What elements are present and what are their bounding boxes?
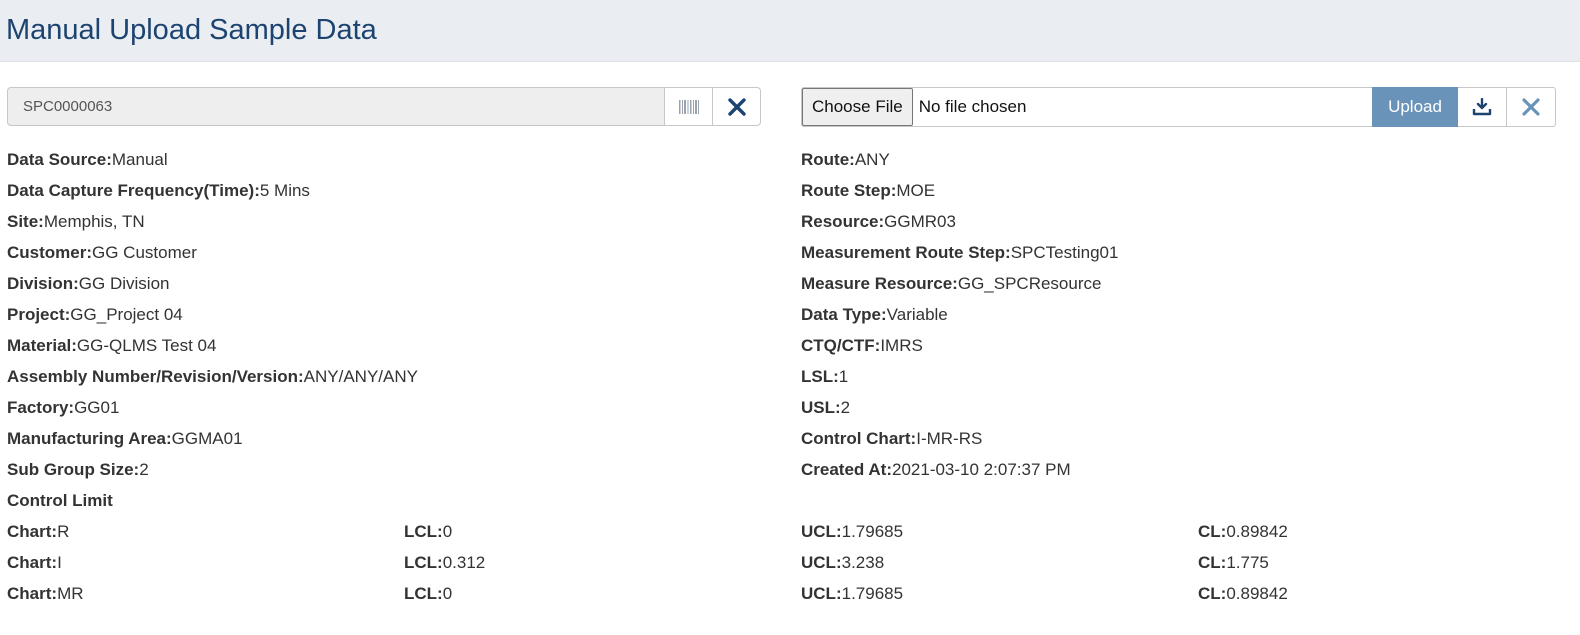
download-template-button[interactable] [1458,87,1507,127]
page-header: Manual Upload Sample Data [0,0,1580,62]
upload-button[interactable]: Upload [1372,87,1458,127]
ucl-cell: UCL:1.79685 [801,522,904,541]
close-icon [727,97,746,116]
chart-cell: Chart:MR [7,584,84,603]
info-site: Site:Memphis, TN [7,212,145,231]
info-resource: Resource:GGMR03 [801,212,956,231]
clear-sample-button[interactable] [713,87,761,126]
info-route: Route:ANY [801,150,890,169]
sample-id-input[interactable] [7,87,665,126]
control-limit-table: Chart:R LCL:0 UCL:1.79685 CL:0.89842 Cha… [7,522,1580,615]
file-input[interactable]: Choose File No file chosen [801,87,1372,127]
cl-cell: CL:0.89842 [1198,584,1288,603]
info-sub-group-size: Sub Group Size:2 [7,460,149,479]
chart-cell: Chart:I [7,553,62,572]
info-lsl: LSL:1 [801,367,849,386]
chart-cell: Chart:R [7,522,70,541]
lcl-cell: LCL:0 [404,584,453,603]
info-control-chart: Control Chart:I-MR-RS [801,429,983,448]
barcode-icon [678,99,699,114]
lcl-cell: LCL:0.312 [404,553,486,572]
control-limit-heading: Control Limit [7,491,113,510]
info-route-step: Route Step:MOE [801,181,936,200]
info-data-type: Data Type:Variable [801,305,948,324]
page-title: Manual Upload Sample Data [6,14,377,46]
info-factory: Factory:GG01 [7,398,120,417]
info-ctq-ctf: CTQ/CTF:IMRS [801,336,923,355]
sample-id-input-group [7,87,761,126]
choose-file-button[interactable]: Choose File [802,88,913,126]
barcode-button[interactable] [665,87,713,126]
cl-cell: CL:1.775 [1198,553,1269,572]
right-info-list: Route:ANY Route Step:MOE Resource:GGMR03… [801,150,1118,491]
file-upload-group: Choose File No file chosen Upload [801,87,1556,127]
lcl-cell: LCL:0 [404,522,453,541]
control-limit-row: Chart:I LCL:0.312 UCL:3.238 CL:1.775 [7,553,1580,584]
info-usl: USL:2 [801,398,851,417]
info-created-at: Created At:2021-03-10 2:07:37 PM [801,460,1071,479]
info-project: Project:GG_Project 04 [7,305,183,324]
info-customer: Customer:GG Customer [7,243,197,262]
control-limit-row: Chart:MR LCL:0 UCL:1.79685 CL:0.89842 [7,584,1580,615]
left-info-list: Data Source:Manual Data Capture Frequenc… [7,150,418,522]
close-icon [1522,98,1540,116]
ucl-cell: UCL:3.238 [801,553,885,572]
file-status-text: No file chosen [918,97,1027,116]
info-manufacturing-area: Manufacturing Area:GGMA01 [7,429,243,448]
info-material: Material:GG-QLMS Test 04 [7,336,217,355]
info-division: Division:GG Division [7,274,170,293]
clear-file-button[interactable] [1507,87,1556,127]
cl-cell: CL:0.89842 [1198,522,1288,541]
info-measure-resource: Measure Resource:GG_SPCResource [801,274,1102,293]
download-icon [1472,98,1492,116]
info-capture-frequency: Data Capture Frequency(Time):5 Mins [7,181,310,200]
control-limit-row: Chart:R LCL:0 UCL:1.79685 CL:0.89842 [7,522,1580,553]
info-measurement-route-step: Measurement Route Step:SPCTesting01 [801,243,1119,262]
info-assembly-number: Assembly Number/Revision/Version:ANY/ANY… [7,367,418,386]
info-data-source: Data Source:Manual [7,150,168,169]
ucl-cell: UCL:1.79685 [801,584,904,603]
